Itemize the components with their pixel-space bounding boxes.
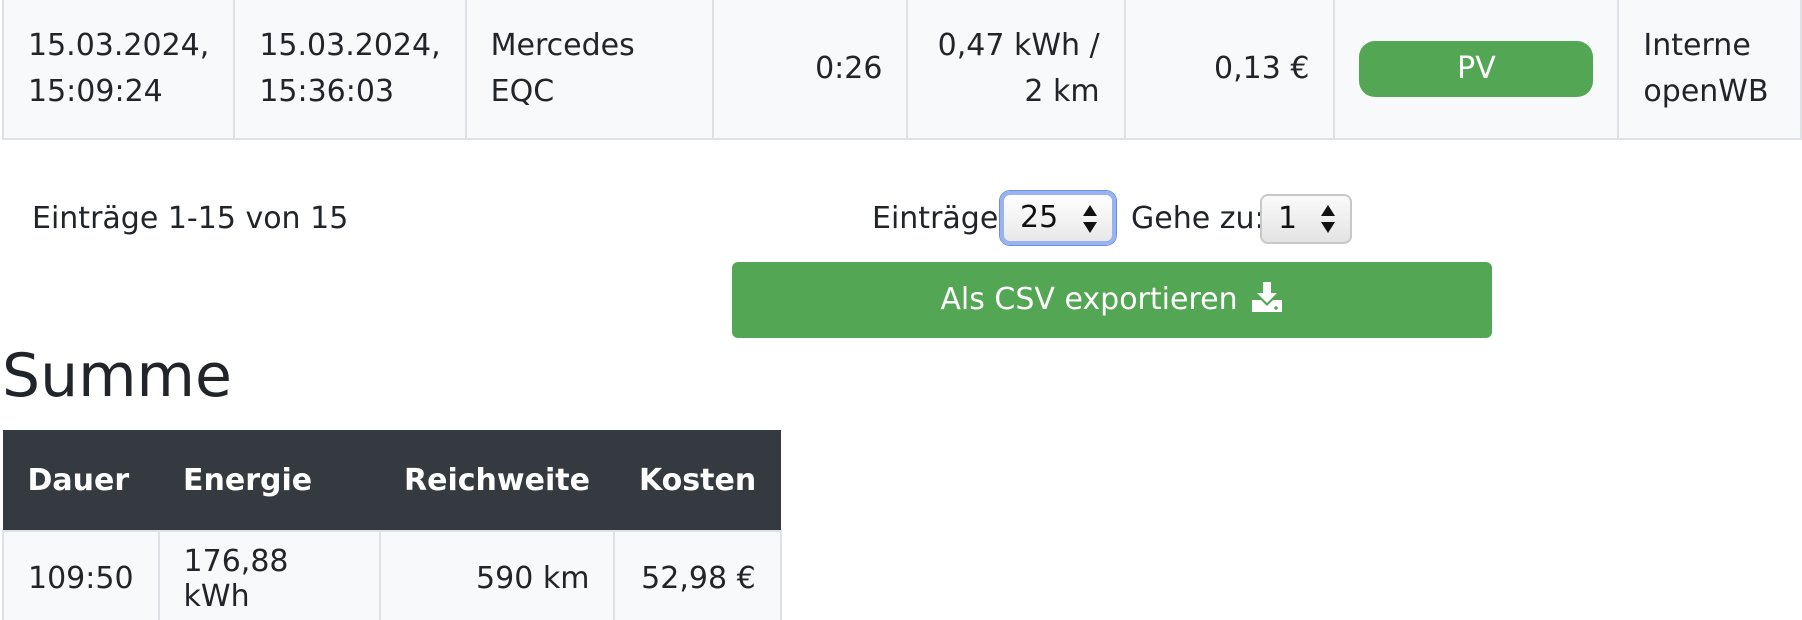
end-time-cell: 15.03.2024, 15:36:03 xyxy=(233,0,467,140)
stepper-arrows-icon xyxy=(1083,205,1097,233)
summary-energy: 176,88 kWh xyxy=(157,529,381,620)
charge-log-table: 15.03.2024, 15:09:24 15.03.2024, 15:36:0… xyxy=(1,0,1802,140)
download-icon xyxy=(1251,282,1282,312)
range-text: 2 km xyxy=(1024,74,1100,109)
header-duration: Dauer xyxy=(2,430,160,531)
vehicle-name-line2: EQC xyxy=(490,74,555,109)
summary-header-row: Dauer Energie Reichweite Kosten xyxy=(2,430,782,531)
entries-info: Einträge 1-15 von 15 xyxy=(32,201,349,236)
mode-cell: PV xyxy=(1333,0,1620,140)
summary-duration: 109:50 xyxy=(2,529,160,620)
chargepoint-cell: Interne openWB xyxy=(1617,0,1802,140)
page-size-label: Einträge: xyxy=(872,201,1009,236)
duration-cell: 0:26 xyxy=(711,0,909,140)
vehicle-name-line1: Mercedes xyxy=(490,28,635,63)
start-date-text: 15.03.2024, xyxy=(28,28,210,63)
energy-text: 0,47 kWh / xyxy=(937,28,1100,63)
cost-cell: 0,13 € xyxy=(1123,0,1336,140)
summary-title: Summe xyxy=(2,341,232,411)
goto-page-value: 1 xyxy=(1278,201,1298,236)
end-time-text: 15:36:03 xyxy=(259,74,395,109)
header-energy: Energie xyxy=(158,430,381,531)
goto-page-label: Gehe zu: xyxy=(1131,201,1265,236)
export-csv-label: Als CSV exportieren xyxy=(940,282,1238,317)
energy-range-cell: 0,47 kWh / 2 km xyxy=(906,0,1126,140)
chargepoint-line1: Interne xyxy=(1643,28,1751,63)
vehicle-cell: Mercedes EQC xyxy=(464,0,714,140)
summary-cost: 52,98 € xyxy=(613,529,782,620)
export-csv-button[interactable]: Als CSV exportieren xyxy=(732,262,1492,338)
summary-range: 590 km xyxy=(378,529,616,620)
summary-table: Dauer Energie Reichweite Kosten 109:50 1… xyxy=(2,430,782,620)
goto-page-select[interactable]: 1 xyxy=(1260,194,1352,244)
table-row: 15.03.2024, 15:09:24 15.03.2024, 15:36:0… xyxy=(1,0,1802,140)
header-cost: Kosten xyxy=(613,430,782,531)
page-size-value: 25 xyxy=(1020,200,1059,235)
header-range: Reichweite xyxy=(379,430,615,531)
end-date-text: 15.03.2024, xyxy=(259,28,441,63)
charge-log-page: 15.03.2024, 15:09:24 15.03.2024, 15:36:0… xyxy=(0,0,1802,620)
charge-mode-badge: PV xyxy=(1359,41,1594,97)
start-time-cell: 15.03.2024, 15:09:24 xyxy=(1,0,236,140)
start-time-text: 15:09:24 xyxy=(28,74,163,109)
chargepoint-line2: openWB xyxy=(1643,74,1769,109)
stepper-arrows-icon xyxy=(1321,205,1335,233)
table-row: 109:50 176,88 kWh 590 km 52,98 € xyxy=(2,529,782,620)
page-size-select[interactable]: 25 xyxy=(1000,191,1116,245)
